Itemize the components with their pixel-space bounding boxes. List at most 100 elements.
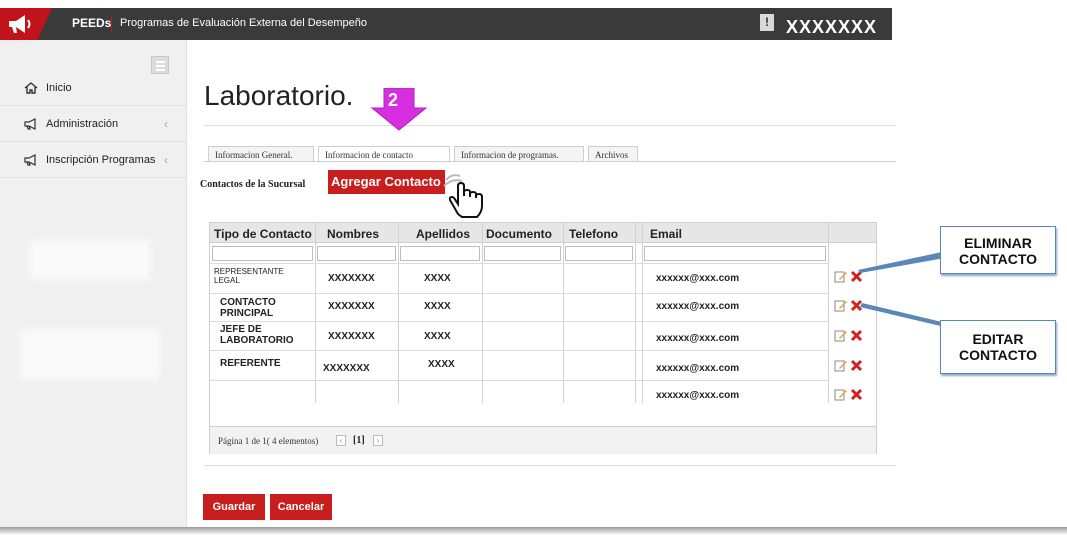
filter-telefono-input[interactable] <box>565 246 633 261</box>
tab-label: Informacion de programas. <box>461 150 559 160</box>
hand-cursor-icon <box>443 174 483 218</box>
column-separator <box>398 223 399 403</box>
col-email[interactable]: Email <box>650 227 682 241</box>
sidebar: Inicio Administración ‹ Inscripción Prog… <box>0 40 187 528</box>
add-contact-button[interactable]: Agregar Contacto <box>328 170 445 194</box>
tab-label: Informacion General. <box>215 150 293 160</box>
top-bar: PEEDs Programas de Evaluación Externa de… <box>0 8 892 40</box>
tab-archivos[interactable]: Archivos <box>588 146 638 162</box>
app-window: PEEDs Programas de Evaluación Externa de… <box>0 0 1067 535</box>
col-apellidos[interactable]: Apellidos <box>416 227 470 241</box>
filter-apellidos-input[interactable] <box>400 246 480 261</box>
col-nombres[interactable]: Nombres <box>327 227 379 241</box>
sidebar-item-inscripcion-programas[interactable]: Inscripción Programas ‹ <box>0 142 187 178</box>
section-label: Contactos de la Sucursal <box>200 179 306 190</box>
col-telefono[interactable]: Telefono <box>569 227 618 241</box>
cell-tipo: CONTACTO PRINCIPAL <box>220 297 276 319</box>
callout-pointer <box>858 252 945 327</box>
megaphone-icon <box>24 118 38 130</box>
user-icon[interactable]: ! <box>760 14 774 31</box>
chevron-left-icon: ‹ <box>164 117 168 131</box>
cell-email: xxxxxx@xxx.com <box>656 273 740 284</box>
row-separator <box>210 263 828 264</box>
edit-icon[interactable] <box>834 359 847 372</box>
home-icon <box>24 82 38 94</box>
col-documento[interactable]: Documento <box>486 227 552 241</box>
row-separator <box>210 293 828 294</box>
cell-apellidos: XXXX <box>428 359 455 370</box>
window-shadow <box>0 527 1067 535</box>
tab-informacion-programas[interactable]: Informacion de programas. <box>454 146 584 162</box>
row-separator <box>210 350 828 351</box>
filter-documento-input[interactable] <box>484 246 561 261</box>
tab-label: Archivos <box>595 150 628 160</box>
cancel-button[interactable]: Cancelar <box>270 494 332 520</box>
cell-apellidos: XXXX <box>424 273 451 284</box>
tab-informacion-general[interactable]: Informacion General. <box>208 146 314 162</box>
cell-nombres: XXXXXXX <box>328 301 375 312</box>
cell-email: xxxxxx@xxx.com <box>656 363 740 374</box>
sidebar-item-label: Administración <box>46 118 119 130</box>
sidebar-item-label: Inscripción Programas <box>46 154 156 166</box>
prev-page-button[interactable]: ‹ <box>336 435 346 446</box>
column-separator <box>563 223 564 403</box>
filter-tipo-contacto-input[interactable] <box>212 246 313 261</box>
col-tipo-contacto[interactable]: Tipo de Contacto <box>214 227 312 241</box>
filter-email-input[interactable] <box>644 246 826 261</box>
sidebar-item-administracion[interactable]: Administración ‹ <box>0 106 187 142</box>
cell-tipo: REFERENTE <box>220 358 281 369</box>
row-separator <box>210 380 828 381</box>
edit-icon[interactable] <box>834 299 847 312</box>
user-name[interactable]: XXXXXXX <box>786 17 877 38</box>
blurred-area <box>20 330 160 380</box>
divider <box>204 125 896 126</box>
sidebar-item-label: Inicio <box>46 82 72 94</box>
cell-nombres: XXXXXXX <box>328 331 375 342</box>
cell-nombres: XXXXXXX <box>323 363 370 374</box>
tab-underline <box>204 161 896 162</box>
column-separator <box>482 223 483 403</box>
divider <box>204 465 896 466</box>
save-button[interactable]: Guardar <box>203 494 265 520</box>
edit-icon[interactable] <box>834 329 847 342</box>
callout-text: ELIMINAR CONTACTO <box>958 235 1038 267</box>
edit-icon[interactable] <box>834 270 847 283</box>
callout-text: EDITAR CONTACTO <box>958 331 1038 363</box>
delete-icon[interactable] <box>850 388 863 401</box>
cell-nombres: XXXXXXX <box>328 273 375 284</box>
pagination-bar: Página 1 de 1( 4 elementos) ‹ [1] › <box>210 426 876 454</box>
column-separator <box>642 223 643 403</box>
cell-tipo: JEFE DE LABORATORIO <box>220 324 294 346</box>
delete-contact-callout: ELIMINAR CONTACTO <box>940 226 1056 274</box>
column-separator <box>315 223 316 403</box>
app-name[interactable]: PEEDs <box>72 16 111 30</box>
chevron-left-icon: ‹ <box>164 153 168 167</box>
delete-icon[interactable] <box>850 359 863 372</box>
page-title: Laboratorio. <box>204 80 354 111</box>
contacts-table: Tipo de Contacto Nombres Apellidos Docum… <box>209 222 877 454</box>
megaphone-icon <box>9 15 31 33</box>
column-separator <box>828 223 829 403</box>
row-separator <box>210 321 828 322</box>
tab-label: Informacion de contacto <box>325 150 413 160</box>
cell-apellidos: XXXX <box>424 301 451 312</box>
cell-apellidos: XXXX <box>424 331 451 342</box>
app-subtitle: Programas de Evaluación Externa del Dese… <box>120 17 368 29</box>
step-arrow-icon <box>370 88 428 131</box>
edit-icon[interactable] <box>834 388 847 401</box>
divider <box>111 15 112 33</box>
next-page-button[interactable]: › <box>373 435 383 446</box>
sidebar-item-inicio[interactable]: Inicio <box>0 70 187 106</box>
filter-nombres-input[interactable] <box>317 246 396 261</box>
megaphone-icon <box>24 154 38 166</box>
cell-email: xxxxxx@xxx.com <box>656 333 740 344</box>
brand-logo[interactable] <box>0 8 52 40</box>
column-separator <box>635 223 636 403</box>
current-page[interactable]: [1] <box>353 435 365 446</box>
cell-tipo: REPRESENTANTE LEGAL <box>214 267 284 285</box>
cell-email: xxxxxx@xxx.com <box>656 301 740 312</box>
cell-email: xxxxxx@xxx.com <box>656 390 740 401</box>
delete-icon[interactable] <box>850 329 863 342</box>
blurred-area <box>30 240 150 280</box>
pagination-summary: Página 1 de 1( 4 elementos) <box>218 436 319 446</box>
